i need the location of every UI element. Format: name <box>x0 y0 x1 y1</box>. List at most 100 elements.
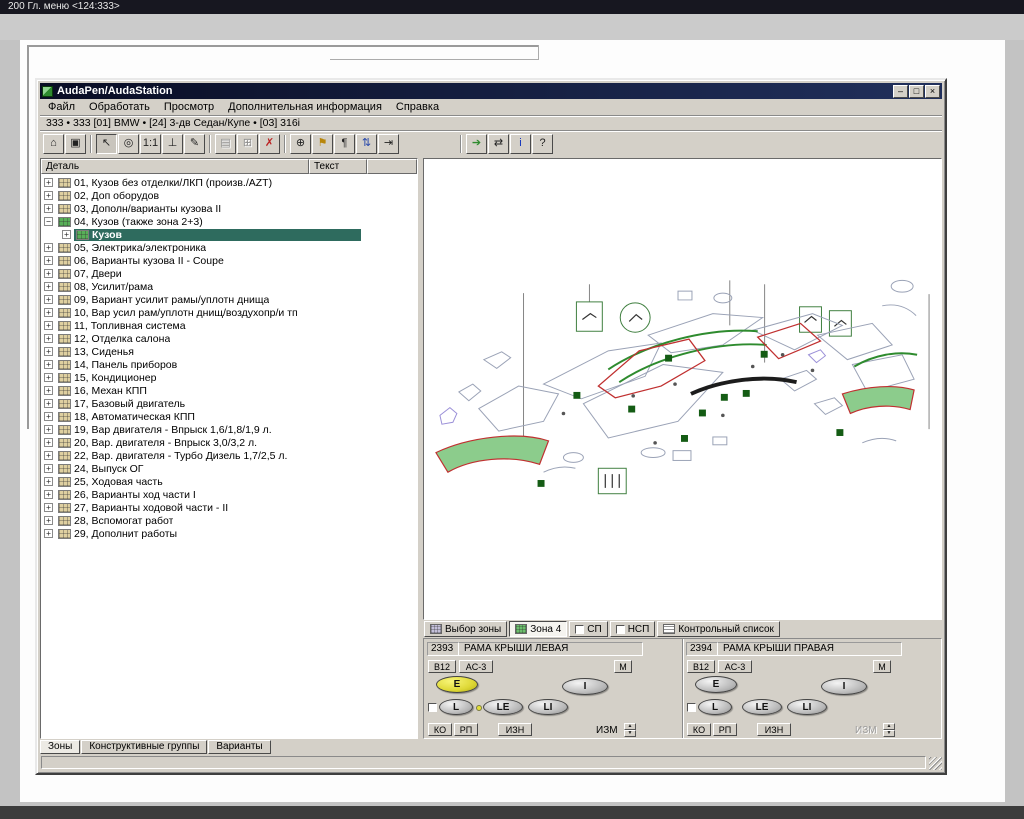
tree-item[interactable]: + 11, Топливная система <box>41 319 417 332</box>
measure-icon[interactable]: ⊥ <box>162 133 183 154</box>
li-button[interactable]: LI <box>787 699 827 715</box>
b12-button[interactable]: B12 <box>687 660 715 673</box>
zoom-page-icon[interactable]: ⊕ <box>290 133 311 154</box>
expand-toggle[interactable]: + <box>44 412 53 421</box>
expand-toggle[interactable]: + <box>62 230 71 239</box>
expand-toggle[interactable]: − <box>44 217 53 226</box>
tree-item[interactable]: + 09, Вариант усилит рамы/уплотн днища <box>41 293 417 306</box>
draw-icon[interactable]: ✎ <box>184 133 205 154</box>
view-tab[interactable]: Зона 4 <box>509 621 568 637</box>
izm-spinner[interactable]: ▲ ▼ <box>883 723 895 737</box>
tree-item[interactable]: + 26, Варианты ход части I <box>41 488 417 501</box>
le-button[interactable]: LE <box>742 699 782 715</box>
tree-item[interactable]: + 19, Вар двигателя - Впрыск 1,6/1,8/1,9… <box>41 423 417 436</box>
menu-item[interactable]: Дополнительная информация <box>221 100 389 114</box>
select-cursor-icon[interactable]: ↖ <box>96 133 117 154</box>
expand-toggle[interactable]: + <box>44 295 53 304</box>
l-button[interactable]: L <box>439 699 473 715</box>
expand-toggle[interactable]: + <box>44 334 53 343</box>
pilcrow-icon[interactable]: ¶ <box>334 133 355 154</box>
expand-toggle[interactable]: + <box>44 321 53 330</box>
expand-toggle[interactable]: + <box>44 347 53 356</box>
ac3-button[interactable]: AC-3 <box>718 660 752 673</box>
expand-toggle[interactable]: + <box>44 204 53 213</box>
workstation-icon[interactable]: ▣ <box>65 133 86 154</box>
l-checkbox[interactable] <box>687 703 696 712</box>
ko-button[interactable]: КО <box>687 723 711 736</box>
tree-item[interactable]: + 25, Ходовая часть <box>41 475 417 488</box>
expand-toggle[interactable]: + <box>44 243 53 252</box>
view-tab[interactable]: НСП <box>609 621 656 637</box>
expand-toggle[interactable]: + <box>44 178 53 187</box>
sort-icon[interactable]: ⇅ <box>356 133 377 154</box>
izm-spinner[interactable]: ▲ ▼ <box>624 723 636 737</box>
li-button[interactable]: LI <box>528 699 568 715</box>
zoom-icon[interactable]: ◎ <box>118 133 139 154</box>
tree-item[interactable]: − 04, Кузов (также зона 2+3) <box>41 215 417 228</box>
tree-item[interactable]: + 20, Вар. двигателя - Впрыск 3,0/3,2 л. <box>41 436 417 449</box>
expand-toggle[interactable]: + <box>44 386 53 395</box>
bottom-tab[interactable]: Варианты <box>208 740 271 754</box>
tree-item[interactable]: + 29, Дополнит работы <box>41 527 417 540</box>
le-button[interactable]: LE <box>483 699 523 715</box>
delete-icon[interactable]: ✗ <box>259 133 280 154</box>
transfer-icon[interactable]: ⇄ <box>488 133 509 154</box>
tree-item[interactable]: + 03, Дополн/варианты кузова II <box>41 202 417 215</box>
window-title-bar[interactable]: AudaPen/AudaStation – □ × <box>40 83 942 99</box>
tree-item[interactable]: + 01, Кузов без отделки/ЛКП (произв./AZT… <box>41 176 417 189</box>
expand-toggle[interactable]: + <box>44 425 53 434</box>
spin-up-icon[interactable]: ▲ <box>883 723 895 730</box>
tree-item[interactable]: + 24, Выпуск ОГ <box>41 462 417 475</box>
expand-toggle[interactable]: + <box>44 373 53 382</box>
column-header-text[interactable]: Текст <box>309 159 367 174</box>
exit-icon[interactable]: ➔ <box>466 133 487 154</box>
expand-toggle[interactable]: + <box>44 308 53 317</box>
i-button[interactable]: I <box>562 678 608 695</box>
resize-grip[interactable] <box>929 757 942 770</box>
actual-size-icon[interactable]: 1:1 <box>140 133 161 154</box>
tree-item[interactable]: + 13, Сиденья <box>41 345 417 358</box>
spin-up-icon[interactable]: ▲ <box>624 723 636 730</box>
expand-toggle[interactable]: + <box>44 516 53 525</box>
menu-item[interactable]: Просмотр <box>157 100 221 114</box>
print-icon[interactable]: ▤ <box>215 133 236 154</box>
tree-item[interactable]: + 15, Кондиционер <box>41 371 417 384</box>
tree-item[interactable]: + 17, Базовый двигатель <box>41 397 417 410</box>
rp-button[interactable]: РП <box>713 723 737 736</box>
tree-item[interactable]: + 12, Отделка салона <box>41 332 417 345</box>
tree-item[interactable]: + 07, Двери <box>41 267 417 280</box>
izn-button[interactable]: ИЗН <box>757 723 791 736</box>
spin-down-icon[interactable]: ▼ <box>624 730 636 737</box>
menu-item[interactable]: Справка <box>389 100 446 114</box>
spin-down-icon[interactable]: ▼ <box>883 730 895 737</box>
expand-toggle[interactable]: + <box>44 399 53 408</box>
ko-button[interactable]: КО <box>428 723 452 736</box>
tree-item[interactable]: + 14, Панель приборов <box>41 358 417 371</box>
info-icon[interactable]: i <box>510 133 531 154</box>
expand-toggle[interactable]: + <box>44 490 53 499</box>
jump-icon[interactable]: ⇥ <box>378 133 399 154</box>
expand-toggle[interactable]: + <box>44 191 53 200</box>
tree-item[interactable]: + 16, Механ КПП <box>41 384 417 397</box>
m-button[interactable]: M <box>614 660 632 673</box>
e-button[interactable]: E <box>436 676 478 693</box>
i-button[interactable]: I <box>821 678 867 695</box>
expand-toggle[interactable]: + <box>44 451 53 460</box>
bottom-tab[interactable]: Конструктивные группы <box>81 740 208 754</box>
tree-item[interactable]: + 08, Усилит/рама <box>41 280 417 293</box>
minimize-button[interactable]: – <box>893 84 908 98</box>
ac3-button[interactable]: AC-3 <box>459 660 493 673</box>
copy-icon[interactable]: ⊞ <box>237 133 258 154</box>
view-tab[interactable]: Контрольный список <box>657 621 780 637</box>
m-button[interactable]: M <box>873 660 891 673</box>
maximize-button[interactable]: □ <box>909 84 924 98</box>
l-checkbox[interactable] <box>428 703 437 712</box>
expand-toggle[interactable]: + <box>44 529 53 538</box>
tree-item[interactable]: + 27, Варианты ходовой части - II <box>41 501 417 514</box>
flag-icon[interactable]: ⚑ <box>312 133 333 154</box>
expand-toggle[interactable]: + <box>44 503 53 512</box>
expand-toggle[interactable]: + <box>44 464 53 473</box>
tree-item[interactable]: + 18, Автоматическая КПП <box>41 410 417 423</box>
tree-item[interactable]: + 22, Вар. двигателя - Турбо Дизель 1,7/… <box>41 449 417 462</box>
e-button[interactable]: E <box>695 676 737 693</box>
